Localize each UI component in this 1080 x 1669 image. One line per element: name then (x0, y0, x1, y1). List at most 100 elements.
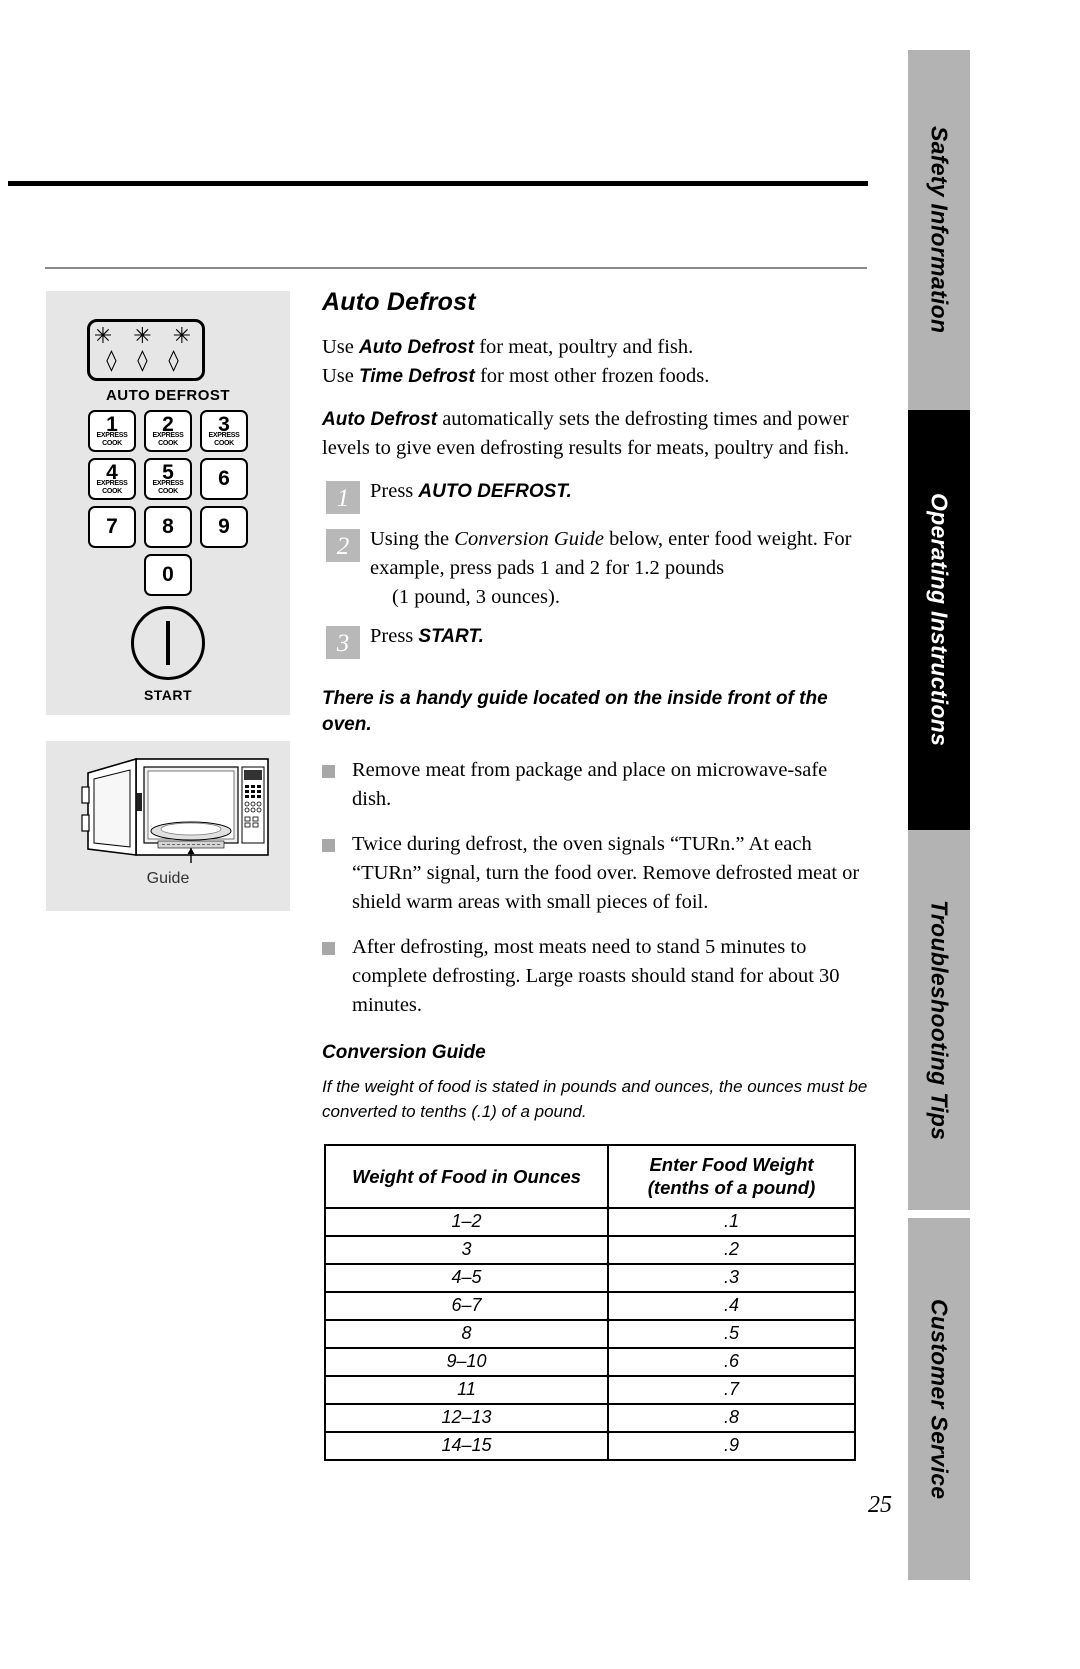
key-sublabel: EXPRESS COOK (152, 480, 184, 495)
water-drop-icon: ◊ ◊ ◊ (106, 348, 186, 372)
side-tab-label: Safety Information (926, 126, 953, 334)
guide-caption: Guide (146, 870, 190, 887)
bullet-text: After defrosting, most meats need to sta… (352, 936, 840, 1016)
side-tab-strip: Safety Information Operating Instruction… (908, 50, 970, 1580)
cell-tenths: .2 (607, 1235, 856, 1265)
column-header-weight-ounces: Weight of Food in Ounces (324, 1144, 609, 1209)
side-tab-label: Operating Instructions (926, 493, 953, 747)
cell-tenths: .9 (607, 1431, 856, 1461)
intro-paragraph: Use Auto Defrost for meat, poultry and f… (322, 333, 870, 391)
cell-ounces: 14–15 (324, 1431, 609, 1461)
page-title: Auto Defrost (322, 288, 476, 316)
key-2[interactable]: 2 EXPRESS COOK (144, 410, 192, 452)
page-number: 25 (868, 1492, 892, 1518)
auto-defrost-bold: Auto Defrost (322, 409, 438, 430)
cell-ounces: 12–13 (324, 1403, 609, 1433)
step-3: 3 Press START. (322, 622, 870, 660)
control-panel-figure: ✳ ✳ ✳ ◊ ◊ ◊ AUTO DEFROST 1 EXPRESS COOK … (46, 291, 290, 715)
key-7[interactable]: 7 (88, 506, 136, 548)
key-sublabel: EXPRESS COOK (96, 432, 128, 447)
key-number: 7 (106, 515, 118, 538)
square-bullet-icon (322, 765, 335, 778)
key-6[interactable]: 6 (200, 458, 248, 500)
bullet-item-2: Twice during defrost, the oven signals “… (322, 830, 870, 917)
auto-defrost-description: Auto Defrost automatically sets the defr… (322, 405, 870, 463)
column-header-line1: Enter Food Weight (649, 1154, 814, 1175)
side-tab-customer-service[interactable]: Customer Service (908, 1218, 970, 1580)
start-button-caption: START (143, 687, 193, 703)
key-number: 6 (218, 467, 230, 490)
main-content: Auto Defrost Use Auto Defrost for meat, … (322, 288, 870, 1461)
table-row: 11 .7 (324, 1375, 856, 1405)
key-sublabel: EXPRESS COOK (96, 480, 128, 495)
intro-line1-pre: Use (322, 336, 360, 358)
step-text: Press AUTO DEFROST. (370, 480, 572, 502)
key-number: 8 (162, 515, 174, 538)
side-tab-troubleshooting-tips[interactable]: Troubleshooting Tips (908, 830, 970, 1210)
column-header-line2: (tenths of a pound) (647, 1177, 816, 1198)
step-number: 2 (326, 529, 360, 562)
handy-guide-note: There is a handy guide located on the in… (322, 688, 828, 735)
step-text-pre: Using the (370, 528, 455, 550)
key-3[interactable]: 3 EXPRESS COOK (200, 410, 248, 452)
power-bar-icon (166, 621, 170, 665)
defrost-display-box: ✳ ✳ ✳ ◊ ◊ ◊ (87, 319, 205, 381)
column-header-enter-food-weight: Enter Food Weight (tenths of a pound) (607, 1144, 856, 1209)
cell-ounces: 6–7 (324, 1291, 609, 1321)
step-2: 2 Using the Conversion Guide below, ente… (322, 525, 870, 612)
step-text-extra: (1 pound, 3 ounces). (392, 586, 560, 608)
side-tab-label: Troubleshooting Tips (926, 899, 953, 1141)
key-0[interactable]: 0 (144, 554, 192, 596)
start-button[interactable] (131, 606, 205, 680)
table-row: 14–15 .9 (324, 1431, 856, 1461)
square-bullet-icon (322, 839, 335, 852)
cell-tenths: .3 (607, 1263, 856, 1293)
intro-line1-bold: Auto Defrost (359, 337, 475, 358)
bullet-item-1: Remove meat from package and place on mi… (322, 756, 870, 814)
side-tab-operating-instructions[interactable]: Operating Instructions (908, 410, 970, 830)
table-row: 3 .2 (324, 1235, 856, 1265)
square-bullet-icon (322, 942, 335, 955)
intro-line2-pre: Use (322, 365, 360, 387)
key-5[interactable]: 5 EXPRESS COOK (144, 458, 192, 500)
cell-ounces: 1–2 (324, 1207, 609, 1237)
bullet-text: Twice during defrost, the oven signals “… (352, 833, 860, 913)
side-tab-label: Customer Service (926, 1298, 953, 1500)
key-1[interactable]: 1 EXPRESS COOK (88, 410, 136, 452)
step-text-pre: Press (370, 480, 419, 502)
step-text-bold: AUTO DEFROST. (418, 481, 572, 502)
auto-defrost-caption: AUTO DEFROST (105, 387, 231, 404)
step-text: Using the Conversion Guide below, enter … (370, 528, 870, 612)
conversion-guide-title: Conversion Guide (322, 1042, 486, 1063)
side-tab-safety-information[interactable]: Safety Information (908, 50, 970, 410)
key-4[interactable]: 4 EXPRESS COOK (88, 458, 136, 500)
keypad-row-3: 7 8 9 (46, 506, 290, 548)
cell-tenths: .4 (607, 1291, 856, 1321)
key-number: 0 (162, 563, 174, 586)
intro-line2-bold: Time Defrost (359, 366, 475, 387)
table-row: 1–2 .1 (324, 1207, 856, 1237)
keypad-row-1: 1 EXPRESS COOK 2 EXPRESS COOK 3 EXPRESS … (46, 410, 290, 452)
cell-ounces: 8 (324, 1319, 609, 1349)
step-1: 1 Press AUTO DEFROST. (322, 477, 870, 515)
conversion-guide-note: If the weight of food is stated in pound… (322, 1077, 868, 1121)
step-text-bold: Conversion Guide (454, 528, 605, 550)
conversion-guide-table: Weight of Food in Ounces Enter Food Weig… (324, 1144, 856, 1461)
key-number: 9 (218, 515, 230, 538)
key-9[interactable]: 9 (200, 506, 248, 548)
table-row: 6–7 .4 (324, 1291, 856, 1321)
keypad-spacer-left (88, 554, 136, 596)
cell-ounces: 9–10 (324, 1347, 609, 1377)
page-top-rule (8, 181, 868, 186)
table-row: 9–10 .6 (324, 1347, 856, 1377)
step-number: 3 (326, 626, 360, 659)
table-row: 12–13 .8 (324, 1403, 856, 1433)
key-8[interactable]: 8 (144, 506, 192, 548)
table-row: 8 .5 (324, 1319, 856, 1349)
step-text-bold: START. (418, 626, 484, 647)
key-sublabel: EXPRESS COOK (152, 432, 184, 447)
intro-line2-post: for most other frozen foods. (474, 365, 710, 387)
table-row: 4–5 .3 (324, 1263, 856, 1293)
cell-ounces: 4–5 (324, 1263, 609, 1293)
cell-tenths: .1 (607, 1207, 856, 1237)
